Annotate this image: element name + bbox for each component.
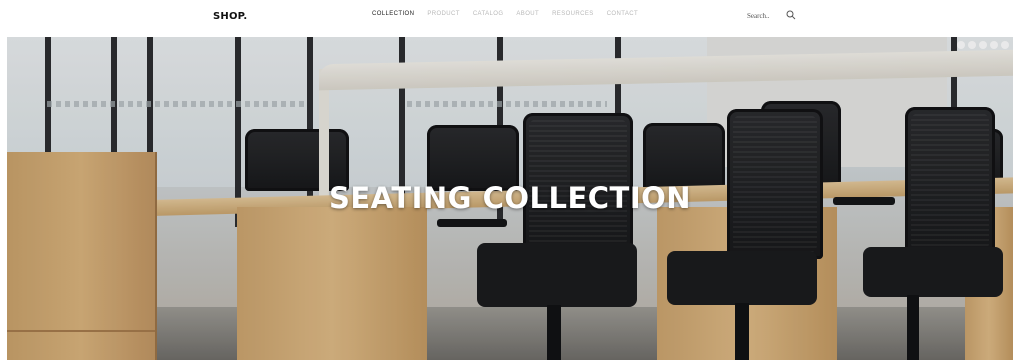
nav-item-catalog[interactable]: CATALOG — [473, 11, 504, 17]
search-box — [747, 10, 807, 22]
hero-title: SEATING COLLECTION — [328, 181, 692, 215]
nav-item-product[interactable]: PRODUCT — [427, 11, 459, 17]
site-header: SHOP. COLLECTION PRODUCT CATALOG ABOUT R… — [0, 0, 1013, 36]
nav-item-collection[interactable]: COLLECTION — [372, 11, 414, 17]
main-nav: COLLECTION PRODUCT CATALOG ABOUT RESOURC… — [372, 11, 638, 17]
nav-item-about[interactable]: ABOUT — [516, 11, 539, 17]
nav-item-resources[interactable]: RESOURCES — [552, 11, 594, 17]
logo[interactable]: SHOP. — [213, 11, 247, 22]
search-icon[interactable] — [786, 10, 796, 20]
hero-banner: SEATING COLLECTION — [7, 37, 1013, 360]
nav-item-contact[interactable]: CONTACT — [607, 11, 638, 17]
search-input[interactable] — [747, 10, 777, 22]
